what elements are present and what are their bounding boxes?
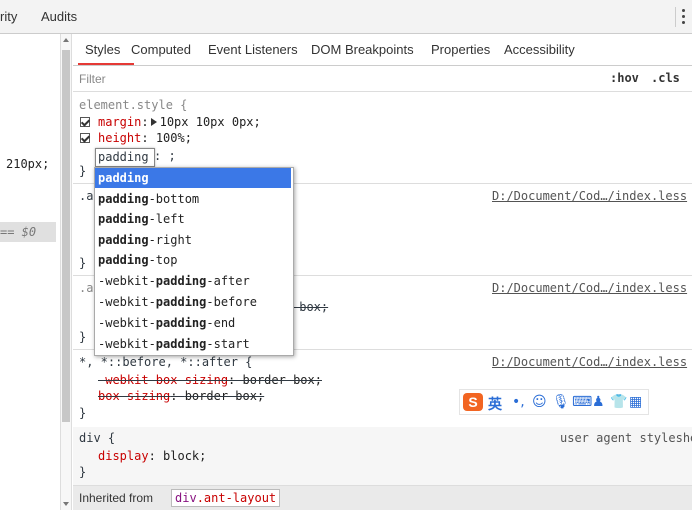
ime-toolbar[interactable]: S 英 •, ☺ 🎙 ⌨ ♟ 👕 ▦	[459, 389, 649, 415]
autocomplete-item[interactable]: -webkit-padding-before	[95, 292, 291, 312]
filter-input[interactable]: Filter	[79, 72, 106, 86]
rule3-source-link[interactable]: D:/Document/Cod…/index.less	[492, 281, 687, 295]
grid-icon[interactable]: ▦	[629, 394, 642, 410]
autocomplete-item[interactable]: padding-left	[95, 209, 291, 229]
css-autocomplete-list[interactable]: padding padding-bottom padding-left padd…	[94, 167, 294, 356]
rule2-source-link[interactable]: D:/Document/Cod…/index.less	[492, 189, 687, 203]
shirt-icon[interactable]: 👕	[610, 394, 627, 410]
rule4-selector[interactable]: *, *::before, *::after {	[79, 355, 252, 369]
property-editor-text: padding	[98, 150, 149, 164]
tab-accessibility[interactable]: Accessibility	[504, 42, 575, 57]
keyboard-icon[interactable]: ⌨	[572, 394, 592, 410]
tab-dom-breakpoints[interactable]: DOM Breakpoints	[311, 42, 414, 57]
webkit-box-sizing-name: -webkit-box-sizing	[98, 373, 229, 387]
tab-audits[interactable]: Audits	[41, 9, 77, 24]
autocomplete-item[interactable]: -webkit-padding-start	[95, 334, 291, 354]
selected-element-marker: == $0	[0, 225, 37, 239]
autocomplete-item[interactable]: -webkit-padding-after	[95, 271, 291, 291]
devtools-top-bar: rity Audits	[0, 0, 692, 34]
box-sizing-declaration[interactable]: box-sizing: border-box;	[98, 389, 264, 403]
punctuation-icon[interactable]: •,	[512, 394, 525, 410]
autocomplete-item[interactable]: -webkit-padding-end	[95, 313, 291, 333]
height-property-value: 100%;	[155, 131, 192, 145]
active-tab-indicator	[78, 63, 134, 65]
autocomplete-item[interactable]: padding	[95, 168, 291, 188]
height-declaration[interactable]: height: 100%;	[98, 131, 192, 145]
scroll-thumb[interactable]	[62, 50, 70, 422]
margin-property-name: margin	[98, 115, 142, 129]
inherited-from-label: Inherited from	[79, 491, 154, 505]
display-property-value: block;	[163, 449, 207, 463]
ime-language-toggle[interactable]: 英	[488, 394, 502, 414]
ua-source-label: user agent stylesheet	[560, 431, 692, 445]
microphone-icon[interactable]: 🎙	[552, 394, 570, 410]
expand-triangle-icon[interactable]	[150, 118, 157, 126]
margin-checkbox[interactable]	[80, 117, 90, 127]
margin-declaration[interactable]: margin: 10px 10px 0px;	[98, 115, 261, 129]
vertical-dots-icon[interactable]	[678, 6, 688, 28]
element-value-text: 210px;	[6, 157, 50, 171]
webkit-box-sizing-declaration[interactable]: -webkit-box-sizing: border-box;	[98, 373, 322, 387]
element-style-close: }	[79, 164, 87, 178]
autocomplete-item[interactable]: padding-right	[95, 230, 291, 250]
tab-styles[interactable]: Styles	[85, 42, 120, 57]
rule3-overridden-value: -box;	[292, 300, 329, 314]
property-name-editor[interactable]: padding	[95, 148, 155, 167]
cls-toggle-button[interactable]: .cls	[651, 71, 680, 85]
inherited-tag: div	[175, 491, 197, 505]
person-icon[interactable]: ♟	[592, 394, 605, 410]
display-declaration: display: block;	[98, 449, 207, 463]
filter-bar: Filter :hov .cls	[73, 66, 692, 92]
scroll-down-arrow-icon[interactable]	[63, 502, 69, 506]
tab-security[interactable]: rity	[0, 9, 17, 24]
ua-close: }	[79, 465, 87, 479]
webkit-box-sizing-value: border-box;	[242, 373, 322, 387]
inherited-from-section: Inherited from div.ant-layout	[73, 485, 692, 510]
rule4-source-link[interactable]: D:/Document/Cod…/index.less	[492, 355, 687, 369]
tab-event-listeners[interactable]: Event Listeners	[208, 42, 298, 57]
box-sizing-value: border-box;	[184, 389, 265, 403]
rule3-close: }	[79, 330, 87, 344]
rule3-selector[interactable]: .a	[79, 281, 93, 295]
user-agent-rule: div { user agent stylesheet display: blo…	[73, 427, 692, 485]
height-checkbox[interactable]	[80, 133, 90, 143]
rule4-close: }	[79, 406, 87, 420]
hov-toggle-button[interactable]: :hov	[610, 71, 639, 85]
rule2-selector[interactable]: .a	[79, 189, 93, 203]
ua-selector: div {	[79, 431, 116, 445]
emoji-icon[interactable]: ☺	[532, 394, 547, 410]
sogou-logo-icon[interactable]: S	[463, 393, 483, 411]
scroll-up-arrow-icon[interactable]	[63, 38, 69, 42]
selected-element-row[interactable]: == $0	[0, 222, 56, 242]
sidebar-tabs: Styles Computed Event Listeners DOM Brea…	[73, 34, 692, 66]
tab-computed[interactable]: Computed	[131, 42, 191, 57]
element-style-selector: element.style {	[79, 98, 188, 112]
height-property-name: height	[98, 131, 142, 145]
display-property-name: display	[98, 449, 149, 463]
property-editor-rest: : ;	[154, 149, 176, 163]
toolbar-divider	[675, 7, 676, 27]
elements-pane: 210px; == $0	[0, 34, 60, 510]
autocomplete-item[interactable]: padding-top	[95, 250, 291, 270]
margin-property-value: 10px 10px 0px;	[159, 115, 261, 129]
autocomplete-item[interactable]: padding-bottom	[95, 189, 291, 209]
box-sizing-name: box-sizing	[98, 389, 171, 403]
inherited-class: .ant-layout	[196, 491, 277, 505]
inherited-element-link[interactable]: div.ant-layout	[171, 489, 281, 507]
elements-scrollbar[interactable]	[60, 34, 72, 510]
tab-properties[interactable]: Properties	[431, 42, 490, 57]
rule2-close: }	[79, 256, 87, 270]
